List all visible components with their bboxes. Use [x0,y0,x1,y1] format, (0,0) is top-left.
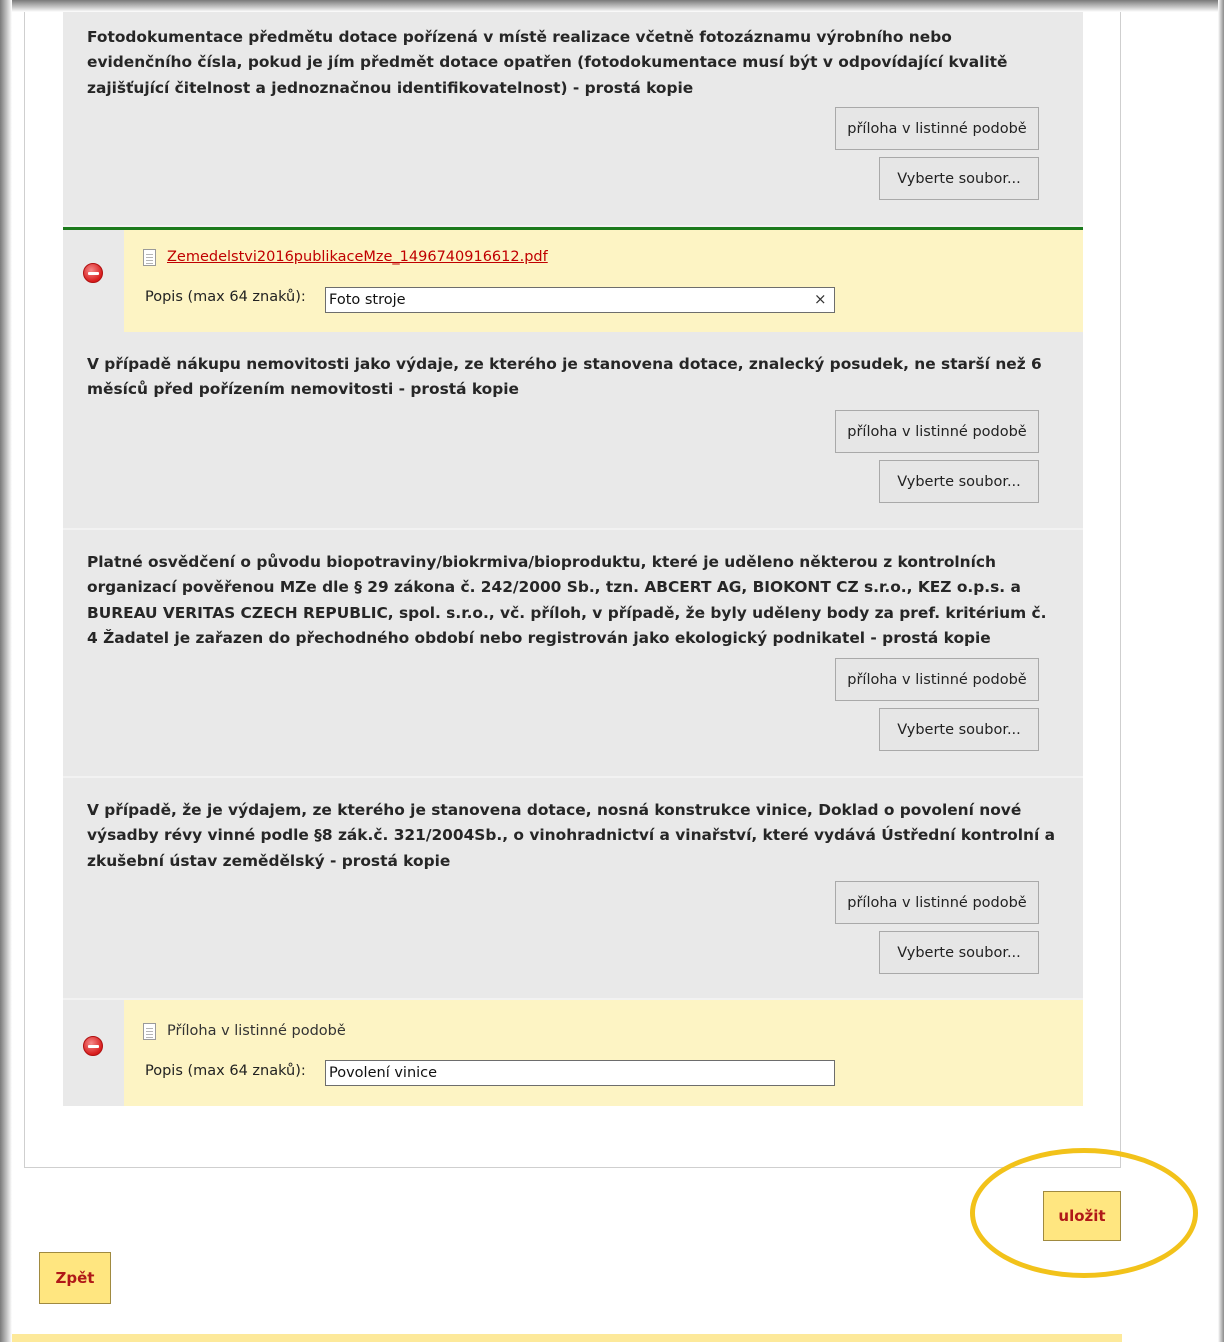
attachment-file-link[interactable]: Zemedelstvi2016publikaceMze_149674091661… [167,249,548,265]
attachment-row: Příloha v listinné podobě Popis (max 64 … [63,1000,1083,1106]
description-input[interactable] [325,287,835,313]
attachment-file-name: Příloha v listinné podobě [167,1023,346,1039]
choose-file-button[interactable]: Vyberte soubor... [879,708,1039,751]
footer-bar [12,1334,1122,1342]
requirement-text: V případě, že je výdajem, ze kterého je … [87,801,1055,870]
description-label: Popis (max 64 znaků): [145,1063,306,1079]
requirement-photodocumentation: Fotodokumentace předmětu dotace pořízená… [63,12,1083,227]
choose-file-button[interactable]: Vyberte soubor... [879,931,1039,974]
requirement-text: Fotodokumentace předmětu dotace pořízená… [87,28,1008,97]
paper-attachment-button[interactable]: příloha v listinné podobě [835,410,1039,453]
remove-attachment-icon[interactable] [83,1036,103,1056]
requirement-bio-certificate: Platné osvědčení o původu biopotraviny/b… [63,530,1083,778]
save-button[interactable]: uložit [1043,1191,1121,1241]
paper-attachment-button[interactable]: příloha v listinné podobě [835,658,1039,701]
choose-file-button[interactable]: Vyberte soubor... [879,460,1039,503]
choose-file-button[interactable]: Vyberte soubor... [879,157,1039,200]
description-input[interactable] [325,1060,835,1086]
window-shadow-top [0,0,1224,12]
remove-attachment-icon[interactable] [83,263,103,283]
file-icon [143,1023,156,1040]
requirement-expert-appraisal: V případě nákupu nemovitosti jako výdaje… [63,332,1083,530]
attachment-row: Zemedelstvi2016publikaceMze_149674091661… [63,230,1083,332]
window-shadow-right [1218,0,1224,1342]
description-label: Popis (max 64 znaků): [145,289,306,305]
file-icon [143,249,156,266]
attachment-details: Zemedelstvi2016publikaceMze_149674091661… [124,230,1083,332]
requirement-text: Platné osvědčení o původu biopotraviny/b… [87,553,1047,647]
paper-attachment-button[interactable]: příloha v listinné podobě [835,107,1039,150]
requirement-vineyard-permit: V případě, že je výdajem, ze kterého je … [63,778,1083,1000]
paper-attachment-button[interactable]: příloha v listinné podobě [835,881,1039,924]
attachment-details: Příloha v listinné podobě Popis (max 64 … [124,1000,1083,1106]
clear-input-icon[interactable]: × [814,290,827,308]
window-shadow-left [0,0,12,1342]
back-button[interactable]: Zpět [39,1252,111,1304]
requirement-text: V případě nákupu nemovitosti jako výdaje… [87,355,1042,399]
